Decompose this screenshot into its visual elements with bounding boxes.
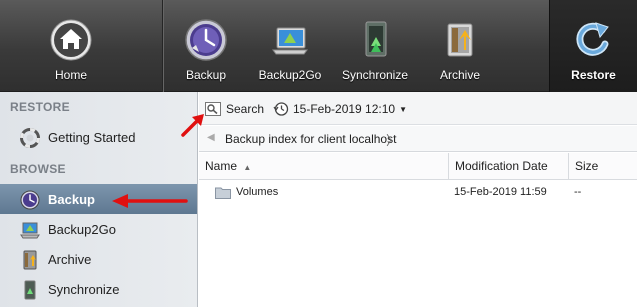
backup-clock-icon: [185, 19, 227, 61]
laptop-icon: [20, 222, 40, 239]
folder-icon: [215, 187, 231, 199]
annotation-arrow-search: [181, 114, 204, 137]
archive-icon: [23, 250, 37, 270]
column-header-name[interactable]: Name ▲: [199, 153, 448, 180]
search-toolbar: Search 15-Feb-2019 12:10 ▼: [199, 92, 637, 125]
toolbar-backup-label: Backup: [185, 68, 227, 82]
main-toolbar: Home Backup Backup2Go Synchronize Archiv…: [0, 0, 637, 92]
toolbar-synchronize-label: Synchronize: [341, 68, 409, 82]
column-header-size[interactable]: Size: [568, 153, 637, 180]
lifebuoy-icon: [20, 128, 40, 148]
restore-icon: [575, 22, 609, 56]
toolbar-synchronize-button[interactable]: Synchronize: [336, 0, 414, 92]
snapshot-date-label: 15-Feb-2019 12:10: [293, 102, 396, 116]
home-icon: [50, 19, 92, 61]
table-row[interactable]: Volumes 15-Feb-2019 11:59 --: [199, 180, 637, 204]
toolbar-backup-button[interactable]: Backup: [168, 0, 244, 92]
annotation-arrow-backup: [112, 194, 188, 208]
toolbar-divider: [162, 0, 163, 92]
toolbar-home-label: Home: [54, 68, 87, 82]
toolbar-restore-label: Restore: [571, 68, 616, 82]
search-label: Search: [226, 102, 265, 116]
sidebar-item-label: Getting Started: [48, 130, 136, 145]
toolbar-archive-label: Archive: [439, 68, 480, 82]
sidebar-item-archive[interactable]: Archive: [0, 244, 197, 274]
chevron-down-icon: ▼: [399, 104, 407, 114]
backup-clock-icon: [20, 190, 40, 210]
breadcrumb-label[interactable]: Backup index for client localhost: [225, 132, 396, 146]
column-header-modified[interactable]: Modification Date: [448, 153, 568, 180]
table-header: Name ▲ Modification Date Size: [199, 153, 637, 180]
sidebar-browse-heading: BROWSE: [10, 162, 66, 176]
snapshot-date-dropdown[interactable]: 15-Feb-2019 12:10 ▼: [273, 100, 407, 118]
row-name: Volumes: [236, 186, 279, 198]
sidebar-item-synchronize[interactable]: Synchronize: [0, 274, 197, 304]
main-content: Search 15-Feb-2019 12:10 ▼ ◀ Backup inde…: [199, 92, 637, 307]
toolbar-backup2go-button[interactable]: Backup2Go: [252, 0, 328, 92]
toolbar-home-button[interactable]: Home: [30, 0, 112, 92]
sync-icon: [24, 280, 36, 300]
sidebar-restore-heading: RESTORE: [10, 100, 70, 114]
sidebar-item-label: Backup2Go: [48, 222, 116, 237]
sort-ascending-icon: ▲: [243, 163, 252, 172]
archive-icon: [447, 23, 473, 57]
search-button[interactable]: Search: [205, 100, 264, 118]
toolbar-archive-button[interactable]: Archive: [422, 0, 498, 92]
sync-icon: [365, 21, 387, 57]
chevron-right-icon[interactable]: 〉: [386, 130, 399, 149]
clock-history-icon: [273, 102, 289, 116]
sidebar-item-label: Backup: [48, 192, 95, 207]
toolbar-backup2go-label: Backup2Go: [258, 68, 322, 82]
sidebar-item-backup2go[interactable]: Backup2Go: [0, 214, 197, 244]
sidebar-item-getting-started[interactable]: Getting Started: [0, 122, 197, 152]
app-window: Home Backup Backup2Go Synchronize Archiv…: [0, 0, 637, 307]
sidebar-item-label: Synchronize: [48, 282, 120, 297]
breadcrumb: ◀ Backup index for client localhost 〉: [199, 126, 637, 152]
row-size: --: [574, 186, 582, 198]
laptop-icon: [272, 27, 308, 55]
toolbar-restore-button[interactable]: Restore: [549, 0, 637, 92]
row-modified: 15-Feb-2019 11:59: [454, 186, 547, 198]
sidebar-item-label: Archive: [48, 252, 92, 267]
